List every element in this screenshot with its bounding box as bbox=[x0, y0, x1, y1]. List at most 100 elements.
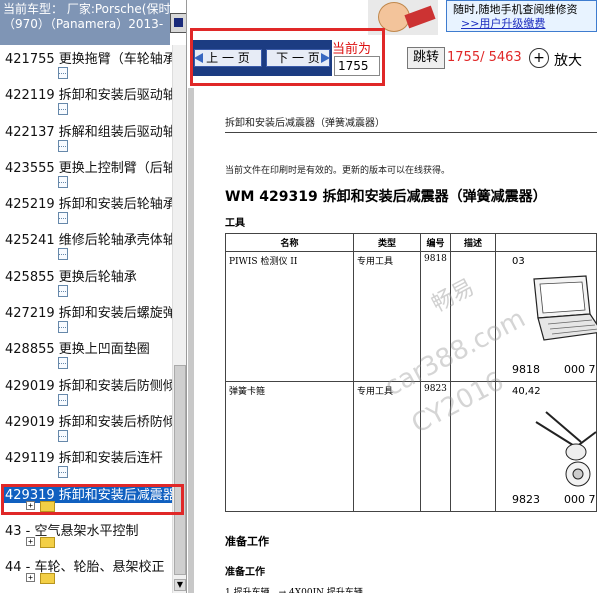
tree-item-label[interactable]: 423555 更换上控制臂（后轴 bbox=[5, 157, 176, 176]
tool-image-cell: 40,42 9823 000 7 bbox=[495, 381, 597, 512]
page-nav: 上 一 页 下 一 页 bbox=[192, 40, 332, 76]
tool-name: 弹簧卡箍 bbox=[225, 381, 354, 512]
image-code: 03 bbox=[512, 256, 525, 267]
tool-name: PIWIS 检测仪 II bbox=[225, 251, 354, 382]
image-number: 9823 bbox=[512, 493, 540, 506]
tree-item[interactable]: 43 - 空气悬架水平控制 + bbox=[0, 517, 172, 553]
tree-item[interactable]: 423555 更换上控制臂（后轴 bbox=[0, 154, 176, 190]
prep-heading: 准备工作 bbox=[225, 535, 269, 548]
current-page-input[interactable] bbox=[334, 56, 380, 76]
document-icon bbox=[58, 212, 68, 225]
tree-item-label[interactable]: 425241 维修后轮轴承壳体轴 bbox=[5, 229, 176, 248]
prev-page-button[interactable]: 上 一 页 bbox=[194, 49, 262, 67]
prev-page-label: 上 一 页 bbox=[206, 51, 250, 65]
column-header: 名称 bbox=[225, 233, 354, 252]
tree-item-label[interactable]: 421755 更换拖臂（车轮轴承 bbox=[5, 48, 176, 67]
expand-icon[interactable]: + bbox=[26, 573, 35, 583]
tree-item[interactable]: 425855 更换后轮轴承 bbox=[0, 263, 172, 299]
document-icon bbox=[58, 103, 68, 116]
tree-item[interactable]: 425219 拆卸和安装后轮轴承 bbox=[0, 190, 176, 226]
expand-icon[interactable]: + bbox=[26, 536, 35, 546]
collapse-icon[interactable] bbox=[170, 13, 186, 33]
tree-item[interactable]: 44 - 车轮、轮胎、悬架校正 + bbox=[0, 553, 172, 589]
vehicle-header-line1: 当前车型： 厂家:Porsche(保时捷)帕拉梅拉 bbox=[3, 2, 170, 16]
tree-item-label[interactable]: 429119 拆卸和安装后连杆 bbox=[5, 447, 163, 466]
table-row: 弹簧卡箍 专用工具 9823 40,42 9823 000 7 bbox=[225, 381, 597, 512]
prep-step: 1 提升车辆。→ 4X00IN 提升车辆 bbox=[225, 588, 363, 593]
tree-item-label[interactable]: 427219 拆卸和安装后螺旋弹 bbox=[5, 302, 176, 321]
tree-item-label[interactable]: 422137 拆解和组装后驱动轴 bbox=[5, 121, 176, 140]
vehicle-header-line2: （970）（Panamera）2013- bbox=[3, 17, 164, 31]
arrow-right-icon bbox=[321, 53, 330, 63]
table-header-row: 名称 类型 编号 描述 bbox=[225, 233, 597, 252]
document-notice: 当前文件在印刷时是有效的。更新的版本可以在线获得。 bbox=[225, 166, 451, 176]
next-page-button[interactable]: 下 一 页 bbox=[266, 49, 330, 67]
zoom-in-icon[interactable]: + bbox=[529, 48, 549, 68]
current-page-label: 当前为 bbox=[332, 42, 372, 57]
page-count: 1755/ 5463 bbox=[447, 50, 522, 65]
tree-item-label[interactable]: 429019 拆卸和安装后防侧倾 bbox=[5, 375, 176, 394]
scrollbar-thumb[interactable] bbox=[174, 365, 186, 575]
image-number: 9818 bbox=[512, 363, 540, 376]
tool-type: 专用工具 bbox=[353, 381, 421, 512]
document-icon bbox=[58, 357, 68, 370]
page-margin bbox=[188, 88, 194, 593]
column-header: 编号 bbox=[420, 233, 451, 252]
document-title: WM 429319 拆卸和安装后减震器（弹簧减震器） bbox=[225, 189, 547, 205]
upgrade-banner: 随时,随地手机查阅维修资 >>用户升级缴费 bbox=[446, 0, 597, 32]
tree-item[interactable]: 429019 拆卸和安装后桥防倾 bbox=[0, 408, 176, 444]
image-code: 40,42 bbox=[512, 386, 541, 397]
tree-item-label[interactable]: 425219 拆卸和安装后轮轴承 bbox=[5, 193, 176, 212]
document-icon bbox=[58, 284, 68, 297]
column-header: 描述 bbox=[450, 233, 496, 252]
upgrade-link[interactable]: >>用户升级缴费 bbox=[461, 15, 545, 31]
document-icon bbox=[58, 248, 68, 261]
prep-subheading: 准备工作 bbox=[225, 567, 265, 578]
tree-panel: 当前车型： 厂家:Porsche(保时捷)帕拉梅拉 （970）（Panamera… bbox=[0, 0, 187, 593]
image-number-2: 000 7 bbox=[564, 493, 596, 506]
column-header bbox=[495, 233, 597, 252]
vehicle-header: 当前车型： 厂家:Porsche(保时捷)帕拉梅拉 （970）（Panamera… bbox=[0, 0, 170, 45]
next-page-label: 下 一 页 bbox=[276, 51, 320, 65]
tree-item[interactable]: 421755 更换拖臂（车轮轴承 bbox=[0, 45, 176, 81]
tree-item[interactable]: 422119 拆卸和安装后驱动轴 bbox=[0, 81, 176, 117]
folder-icon bbox=[40, 536, 55, 548]
mascot-icon bbox=[368, 0, 438, 35]
document-icon bbox=[58, 139, 68, 152]
zoom-in-label[interactable]: 放大 bbox=[554, 50, 582, 70]
document-icon bbox=[58, 429, 68, 442]
spring-clamp-icon bbox=[535, 411, 597, 487]
document-header: 拆卸和安装后减震器（弹簧减震器） bbox=[225, 118, 385, 129]
tools-heading: 工具 bbox=[225, 218, 245, 229]
tree-item-label[interactable]: 425855 更换后轮轴承 bbox=[5, 266, 137, 285]
document-view: 拆卸和安装后减震器（弹簧减震器） 当前文件在印刷时是有效的。更新的版本可以在线获… bbox=[188, 88, 597, 593]
tree-item-label[interactable]: 428855 更换上凹面垫圈 bbox=[5, 338, 150, 357]
tree-item[interactable]: 422137 拆解和组装后驱动轴 bbox=[0, 118, 176, 154]
jump-button[interactable]: 跳转 bbox=[407, 47, 445, 69]
column-header: 类型 bbox=[353, 233, 421, 252]
tree-item[interactable]: 429019 拆卸和安装后防侧倾 bbox=[0, 372, 176, 408]
tree-item-selected[interactable]: 429319 拆卸和安装后减震器 + bbox=[0, 481, 178, 517]
tree-item[interactable]: 427219 拆卸和安装后螺旋弹 bbox=[0, 299, 176, 335]
document-icon bbox=[58, 67, 68, 79]
laptop-icon bbox=[533, 275, 597, 341]
expand-icon[interactable]: + bbox=[26, 500, 35, 510]
tree-scrollbar[interactable]: ▼ bbox=[172, 45, 186, 593]
image-number-2: 000 7 bbox=[564, 363, 596, 376]
tool-image: 40,42 9823 000 7 bbox=[496, 382, 597, 510]
tree-item[interactable]: 425241 维修后轮轴承壳体轴 bbox=[0, 226, 176, 262]
folder-icon bbox=[40, 573, 55, 585]
toolbar: 随时,随地手机查阅维修资 >>用户升级缴费 上 一 页 下 一 页 当前为 跳转… bbox=[188, 0, 597, 88]
tree-item[interactable]: 429119 拆卸和安装后连杆 bbox=[0, 444, 172, 480]
document-icon bbox=[58, 321, 68, 334]
document-icon bbox=[58, 393, 68, 406]
document-icon bbox=[58, 466, 68, 479]
tree-item[interactable]: 428855 更换上凹面垫圈 bbox=[0, 335, 172, 371]
tree-item-label[interactable]: 422119 拆卸和安装后驱动轴 bbox=[5, 84, 176, 103]
header-divider bbox=[225, 132, 597, 133]
chapter-tree: 421755 更换拖臂（车轮轴承 422119 拆卸和安装后驱动轴 422137… bbox=[0, 45, 178, 589]
tree-item-label[interactable]: 429019 拆卸和安装后桥防倾 bbox=[5, 411, 176, 430]
document-icon bbox=[58, 175, 68, 188]
scroll-down-icon[interactable]: ▼ bbox=[174, 579, 186, 591]
folder-icon bbox=[40, 500, 55, 512]
